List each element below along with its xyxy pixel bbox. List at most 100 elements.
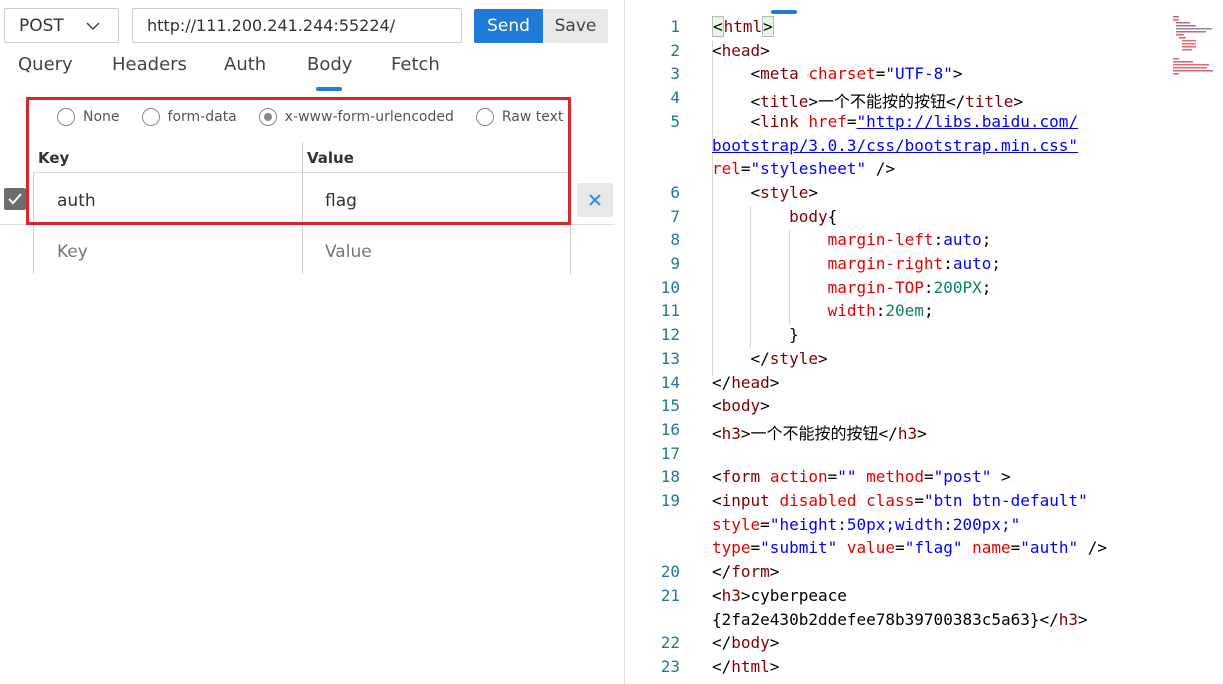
code-line: 23 </html> bbox=[625, 657, 1185, 681]
row-enabled-checkbox[interactable] bbox=[4, 188, 26, 210]
line-number: 10 bbox=[660, 277, 680, 297]
row-key-input[interactable]: auth bbox=[57, 191, 96, 211]
code-line: 14 </head> bbox=[625, 373, 1185, 397]
checkmark-icon bbox=[8, 193, 22, 205]
code-text: margin-TOP:200PX; bbox=[827, 277, 992, 297]
code-line: 15 <body> bbox=[625, 396, 1185, 420]
code-line: 3 <meta charset="UTF-8"> bbox=[625, 64, 1185, 88]
code-text: } bbox=[712, 325, 799, 345]
code-line: 8 margin-left:auto; bbox=[625, 230, 1185, 254]
code-text: <form action="" method="post" > bbox=[712, 467, 1011, 487]
request-pane: POST Send Save Query Headers Auth Body F… bbox=[0, 0, 625, 684]
delete-row-button[interactable] bbox=[577, 183, 613, 217]
radio-circle bbox=[57, 108, 75, 126]
code-text: margin-left:auto; bbox=[827, 230, 992, 250]
code-text: </style> bbox=[712, 348, 828, 368]
radio-label: None bbox=[83, 109, 120, 125]
line-number: 21 bbox=[660, 585, 680, 605]
line-number: 11 bbox=[660, 301, 680, 321]
code-line: 9 margin-right:auto; bbox=[625, 254, 1185, 278]
code-text: <meta charset="UTF-8"> bbox=[712, 64, 963, 84]
code-text: <link href="http://libs.baidu.com/ bbox=[712, 111, 1079, 131]
tab-query[interactable]: Query bbox=[18, 54, 73, 75]
save-button[interactable]: Save bbox=[543, 9, 608, 43]
line-number: 8 bbox=[670, 230, 680, 250]
code-line: style="height:50px;width:200px;" bbox=[625, 515, 1185, 539]
code-line: 6 <style> bbox=[625, 183, 1185, 207]
line-number: 14 bbox=[660, 372, 680, 392]
radio-x-www-form-urlencoded[interactable]: x-www-form-urlencoded bbox=[258, 108, 454, 126]
code-text: <title>一个不能按的按钮</title> bbox=[712, 92, 1024, 112]
code-text: </head> bbox=[712, 372, 780, 392]
code-line: 7 body{ bbox=[625, 207, 1185, 231]
close-icon bbox=[589, 194, 601, 206]
radio-form-data[interactable]: form-data bbox=[141, 108, 237, 126]
tab-fetch[interactable]: Fetch bbox=[391, 54, 440, 75]
tab-body[interactable]: Body bbox=[307, 54, 352, 75]
radio-none[interactable]: None bbox=[57, 108, 120, 126]
code-text: {2fa2e430b2ddefee78b39700383c5a63}</h3> bbox=[712, 609, 1088, 629]
code-line: 11 width:20em; bbox=[625, 301, 1185, 325]
line-number: 7 bbox=[670, 206, 680, 226]
code-line: 10 margin-TOP:200PX; bbox=[625, 278, 1185, 302]
line-number: 13 bbox=[660, 348, 680, 368]
code-text: style="height:50px;width:200px;" bbox=[712, 514, 1021, 534]
new-value-input[interactable] bbox=[325, 240, 555, 264]
code-line: 5 <link href="http://libs.baidu.com/ bbox=[625, 112, 1185, 136]
send-button[interactable]: Send bbox=[474, 9, 543, 43]
code-line: rel="stylesheet" /> bbox=[625, 159, 1185, 183]
code-text: bootstrap/3.0.3/css/bootstrap.min.css" bbox=[712, 135, 1079, 155]
active-tab-indicator bbox=[316, 87, 342, 91]
code-text: <input disabled class="btn btn-default" bbox=[712, 491, 1088, 510]
code-text: </form> bbox=[712, 562, 780, 582]
value-column-header: Value bbox=[307, 149, 354, 167]
code-text: rel="stylesheet" /> bbox=[712, 159, 896, 179]
line-number: 6 bbox=[670, 182, 680, 202]
active-tab-indicator bbox=[771, 10, 797, 14]
code-line: 1 <html> bbox=[625, 16, 1185, 41]
code-text: body{ bbox=[789, 206, 838, 226]
code-text: </body> bbox=[712, 633, 780, 653]
line-number: 4 bbox=[670, 88, 680, 108]
radio-circle bbox=[475, 108, 494, 126]
code-text: <body> bbox=[712, 396, 770, 416]
code-text: type="submit" value="flag" name="auth" /… bbox=[712, 538, 1107, 558]
line-number: 16 bbox=[660, 419, 680, 439]
code-line: 13 </style> bbox=[625, 349, 1185, 373]
line-number: 17 bbox=[660, 443, 680, 463]
code-text: <html> bbox=[712, 16, 774, 37]
request-tabs: Query Headers Auth Body Fetch bbox=[0, 54, 625, 94]
line-number: 5 bbox=[670, 111, 680, 131]
code-line: 20 </form> bbox=[625, 562, 1185, 586]
row-value-input[interactable]: flag bbox=[325, 191, 357, 211]
row-divider bbox=[0, 224, 615, 225]
line-number: 3 bbox=[670, 64, 680, 84]
line-number: 12 bbox=[660, 325, 680, 345]
code-line: 17 bbox=[625, 444, 1185, 468]
line-number: 9 bbox=[670, 254, 680, 273]
code-text: margin-right:auto; bbox=[827, 254, 1001, 273]
radio-raw-text[interactable]: Raw text bbox=[475, 108, 563, 126]
key-column-header: Key bbox=[38, 149, 70, 167]
method-select[interactable]: POST bbox=[4, 8, 119, 43]
code-line: type="submit" value="flag" name="auth" /… bbox=[625, 538, 1185, 562]
tab-headers[interactable]: Headers bbox=[112, 54, 187, 75]
code-line: 4 <title>一个不能按的按钮</title> bbox=[625, 88, 1185, 112]
line-number: 15 bbox=[660, 396, 680, 416]
code-text: width:20em; bbox=[827, 301, 934, 321]
line-number: 19 bbox=[660, 491, 680, 510]
code-line: 22 </body> bbox=[625, 633, 1185, 657]
code-line: 21 <h3>cyberpeace bbox=[625, 586, 1185, 610]
code-text: <h3>cyberpeace bbox=[712, 585, 847, 605]
line-number: 20 bbox=[660, 562, 680, 582]
code-text: <h3>一个不能按的按钮</h3> bbox=[712, 423, 927, 443]
method-value: POST bbox=[19, 15, 64, 36]
code-text: <style> bbox=[712, 182, 818, 202]
tab-auth[interactable]: Auth bbox=[224, 54, 266, 75]
radio-label: form-data bbox=[167, 109, 237, 125]
code-line: 18 <form action="" method="post" > bbox=[625, 467, 1185, 491]
code-line: bootstrap/3.0.3/css/bootstrap.min.css" bbox=[625, 136, 1185, 160]
line-number: 2 bbox=[670, 40, 680, 60]
url-input[interactable] bbox=[132, 8, 462, 43]
new-key-input[interactable] bbox=[57, 240, 287, 264]
